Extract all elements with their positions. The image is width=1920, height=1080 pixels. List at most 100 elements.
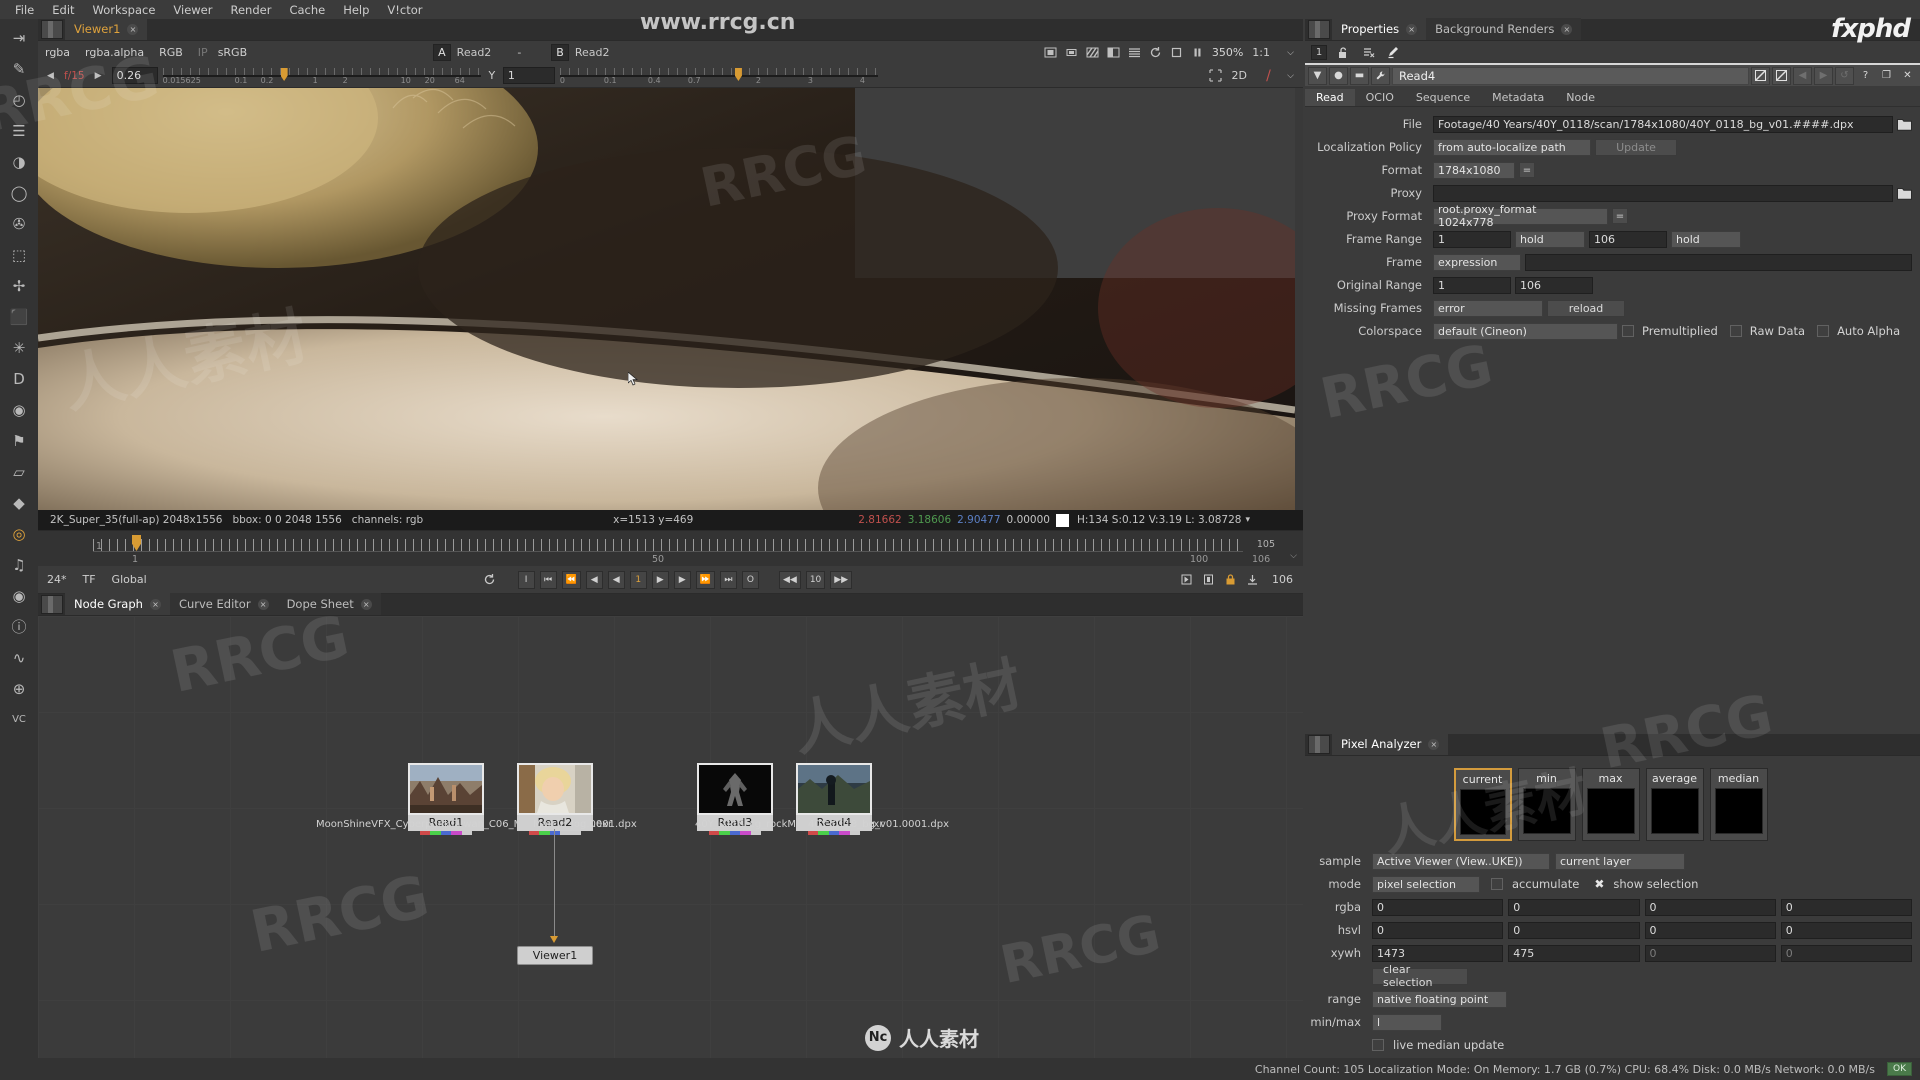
folder-icon[interactable]: [1897, 186, 1912, 201]
tab-read[interactable]: Read: [1305, 89, 1355, 106]
color-icon[interactable]: ◑: [6, 151, 32, 173]
viewer-image[interactable]: [38, 88, 1303, 530]
live-median-checkbox[interactable]: [1372, 1039, 1384, 1051]
frame-increment-value[interactable]: 10: [805, 570, 826, 589]
xywh-x-field[interactable]: 1473: [1372, 944, 1504, 962]
tab-curve-editor[interactable]: Curve Editor ×: [169, 593, 278, 615]
3d-icon[interactable]: ⬛: [6, 306, 32, 328]
close-icon[interactable]: ×: [1406, 23, 1418, 35]
gamma-slider-knob[interactable]: [734, 68, 742, 81]
format-select[interactable]: 1784x1080: [1433, 161, 1515, 179]
channel-icon[interactable]: ☰: [6, 120, 32, 142]
frame-range-after-select[interactable]: hold: [1671, 230, 1741, 248]
gain-slider[interactable]: 0.015625 0.1 0.2 1 2 10 20 64: [162, 66, 481, 85]
wipe-mode-selector[interactable]: -: [513, 46, 537, 59]
close-icon[interactable]: ×: [1561, 23, 1573, 35]
keyer-icon[interactable]: ✇: [6, 213, 32, 235]
roi-icon[interactable]: [1042, 44, 1059, 61]
viewer-ratio-selector[interactable]: 1:1: [1249, 44, 1278, 61]
step-forward-button[interactable]: ▶: [651, 570, 669, 589]
tab-dope-sheet[interactable]: Dope Sheet ×: [277, 593, 381, 615]
panel-grip-icon[interactable]: [1308, 735, 1330, 754]
node-revert-icon[interactable]: ↺: [1835, 66, 1854, 85]
viewer-tool-icon[interactable]: ◎: [6, 523, 32, 545]
range-select[interactable]: native floating point: [1372, 990, 1507, 1008]
display-channel-selector[interactable]: RGB: [156, 44, 191, 61]
tab-properties[interactable]: Properties ×: [1332, 18, 1427, 40]
proxy-format-select[interactable]: root.proxy_format 1024x778: [1433, 203, 1608, 229]
tab-metadata[interactable]: Metadata: [1481, 89, 1555, 106]
float-panel-icon[interactable]: ❐: [1877, 67, 1896, 85]
help-icon[interactable]: ?: [1856, 67, 1875, 85]
node-toggle-a-icon[interactable]: [1751, 66, 1770, 85]
file-input[interactable]: Footage/40 Years/40Y_0118/scan/1784x1080…: [1433, 115, 1893, 133]
localization-policy-select[interactable]: from auto-localize path: [1433, 138, 1591, 156]
node-viewer1[interactable]: Viewer1: [517, 946, 593, 965]
panel-grip-icon[interactable]: [41, 595, 63, 614]
frame-range-end-value[interactable]: 106: [1266, 573, 1297, 586]
frame-increment-fwd-icon[interactable]: ▶▶: [830, 570, 853, 589]
swatch-min[interactable]: min: [1517, 768, 1576, 841]
check-icon[interactable]: ✖: [1594, 877, 1604, 891]
set-out-point-button[interactable]: O: [741, 570, 759, 589]
transform-icon[interactable]: ✢: [6, 275, 32, 297]
close-icon[interactable]: ×: [257, 598, 269, 610]
properties-pin-count[interactable]: 1: [1311, 44, 1327, 60]
update-button[interactable]: Update: [1595, 138, 1677, 156]
node-graph-canvas[interactable]: Read1 MoonShineVFX_CyberpunkTaiwan_C06_M…: [38, 616, 1303, 1058]
swatch-max[interactable]: max: [1581, 768, 1640, 841]
frame-mode-select[interactable]: expression: [1433, 253, 1521, 271]
format-expression-icon[interactable]: =: [1519, 162, 1535, 178]
mode-select[interactable]: pixel selection: [1372, 875, 1480, 893]
toolsets-icon[interactable]: ▱: [6, 461, 32, 483]
colorspace-select[interactable]: default (Cineon): [1433, 322, 1618, 340]
raw-data-checkbox[interactable]: [1729, 325, 1742, 337]
close-icon[interactable]: ×: [1428, 738, 1440, 750]
input-b-selector[interactable]: B Read2: [551, 44, 617, 61]
record-icon[interactable]: ◉: [6, 585, 32, 607]
sample-source-select[interactable]: Active Viewer (View..UKE)): [1372, 852, 1550, 870]
missing-frames-select[interactable]: error: [1433, 299, 1543, 317]
view-mode-selector[interactable]: 2D: [1229, 67, 1255, 84]
frame-range-start-input[interactable]: 1: [1433, 230, 1511, 248]
layers-icon[interactable]: [1126, 44, 1143, 61]
panel-grip-icon[interactable]: [41, 20, 63, 39]
expand-row2-icon[interactable]: ⌵: [1282, 67, 1299, 84]
ip-toggle[interactable]: IP: [195, 44, 211, 61]
tab-sequence[interactable]: Sequence: [1405, 89, 1481, 106]
viewer-zoom-value[interactable]: 350%: [1210, 46, 1245, 59]
merge-icon[interactable]: ⬚: [6, 244, 32, 266]
sample-layer-select[interactable]: current layer: [1555, 852, 1685, 870]
tab-viewer1[interactable]: Viewer1 ×: [65, 18, 148, 40]
node-toggle-b-icon[interactable]: [1772, 66, 1791, 85]
goto-end-button[interactable]: ⏭: [719, 570, 737, 589]
reload-button[interactable]: reload: [1547, 299, 1625, 317]
auto-alpha-checkbox[interactable]: [1817, 325, 1830, 337]
menu-item-workspace[interactable]: Workspace: [84, 1, 165, 19]
gain-next-icon[interactable]: ▶: [90, 67, 107, 84]
info-icon[interactable]: ⓘ: [6, 616, 32, 638]
crop-region-icon[interactable]: [1207, 67, 1224, 84]
timeline-format-selector[interactable]: TF: [80, 571, 104, 588]
filter-icon[interactable]: ◯: [6, 182, 32, 204]
edit-pencil-icon[interactable]: [1385, 44, 1402, 61]
global-icon[interactable]: ⊕: [6, 678, 32, 700]
frame-range-before-select[interactable]: hold: [1515, 230, 1585, 248]
lock-range-icon[interactable]: [1222, 571, 1239, 588]
menu-item-viewer[interactable]: Viewer: [164, 1, 221, 19]
playback-mode-icon[interactable]: [1178, 571, 1195, 588]
node-next-icon[interactable]: ▶: [1814, 66, 1833, 85]
hsvl-s-field[interactable]: 0: [1508, 921, 1640, 939]
play-backward-button[interactable]: ◀: [585, 570, 603, 589]
frame-increment-back-icon[interactable]: ◀◀: [778, 570, 801, 589]
node-prev-icon[interactable]: ◀: [1793, 66, 1812, 85]
gain-prev-icon[interactable]: ◀: [42, 67, 59, 84]
menu-item-help[interactable]: Help: [334, 1, 378, 19]
timeline-expand-icon[interactable]: ⌵: [1290, 551, 1297, 561]
sync-range-icon[interactable]: [1244, 571, 1261, 588]
node-settings-icon[interactable]: [1371, 66, 1390, 85]
tab-node[interactable]: Node: [1555, 89, 1606, 106]
pause-icon[interactable]: [1189, 44, 1206, 61]
gain-reset-icon[interactable]: [1105, 44, 1122, 61]
step-backward-button[interactable]: ◀: [607, 570, 625, 589]
